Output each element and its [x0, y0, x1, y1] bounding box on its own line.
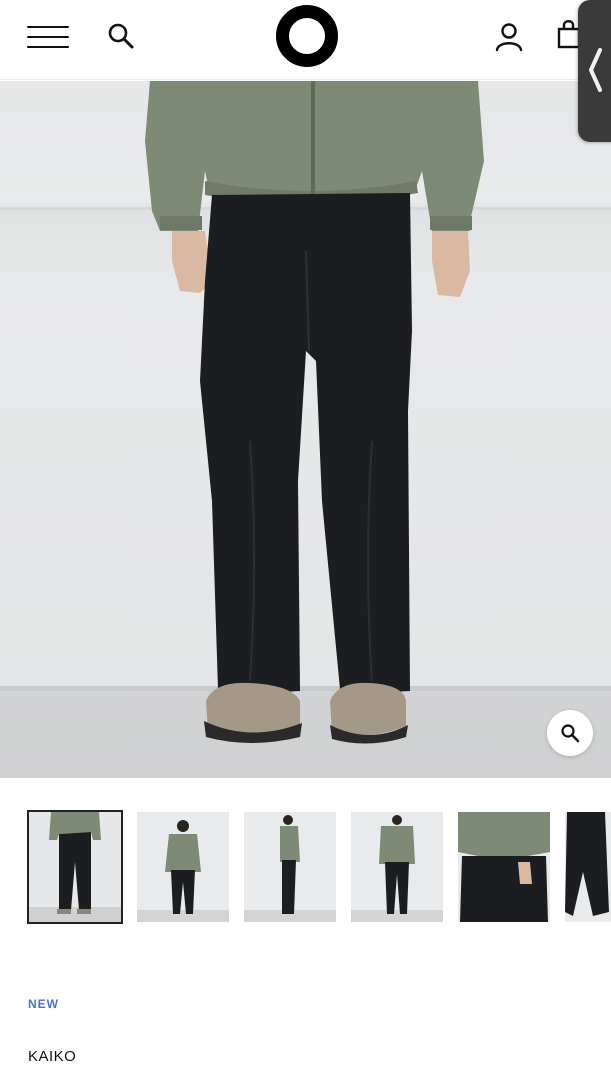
top-header	[0, 0, 611, 80]
main-product-image[interactable]	[0, 81, 611, 778]
thumbnail-strip	[0, 810, 611, 925]
magnifier-icon	[561, 724, 580, 743]
user-icon[interactable]	[492, 20, 526, 54]
search-icon[interactable]	[104, 20, 138, 54]
thumbnail-6[interactable]	[565, 812, 611, 922]
hamburger-menu-icon[interactable]	[27, 24, 69, 50]
product-brand[interactable]: KAIKO	[28, 1048, 76, 1065]
new-badge: NEW	[28, 997, 59, 1011]
thumbnail-3[interactable]	[244, 812, 336, 922]
model-photo	[0, 81, 611, 744]
thumbnail-4[interactable]	[351, 812, 443, 922]
thumbnail-2[interactable]	[137, 812, 229, 922]
chevron-left-icon	[589, 48, 602, 92]
zoom-button[interactable]	[547, 710, 593, 756]
brand-logo[interactable]	[276, 5, 338, 67]
side-panel-tab[interactable]	[578, 0, 611, 142]
thumbnail-1[interactable]	[27, 810, 123, 924]
thumbnail-5[interactable]	[458, 812, 550, 922]
